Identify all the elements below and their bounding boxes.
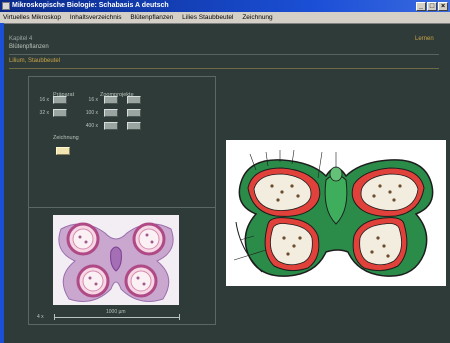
app-icon	[2, 2, 10, 10]
zoom-button-2b[interactable]	[127, 109, 141, 117]
window-title: Mikroskopische Biologie: Schabasis A deu…	[12, 2, 169, 9]
micrograph-svg	[53, 215, 179, 305]
title-bar: Mikroskopische Biologie: Schabasis A deu…	[0, 0, 450, 12]
zoom-button-3b[interactable]	[127, 122, 141, 130]
zoom-button-2a[interactable]	[104, 109, 118, 117]
menu-virtuelles-mikroskop[interactable]: Virtuelles Mikroskop	[3, 14, 61, 21]
anther-drawing-svg	[226, 140, 446, 286]
zoom-button-1a[interactable]	[104, 96, 118, 104]
minimize-button[interactable]: _	[416, 2, 426, 11]
subchapter-label: Blütenpflanzen	[9, 44, 49, 50]
left-accent-strip	[0, 23, 4, 343]
window-controls: _ □ ×	[415, 1, 448, 11]
menu-bar: Virtuelles Mikroskop Inhaltsverzeichnis …	[0, 12, 450, 24]
zoom-row-1-label: 16 x	[88, 97, 98, 103]
anther-micrograph-image	[53, 215, 179, 305]
section-title: Lilium, Staubbeutel	[9, 58, 61, 64]
menu-zeichnung[interactable]: Zeichnung	[242, 14, 272, 21]
praeparat-row-2-label: 32 x	[39, 110, 49, 116]
section-divider	[9, 68, 439, 69]
zeichnung-toggle-button[interactable]	[56, 147, 70, 155]
zoom-row-2-label: 100 x	[85, 110, 98, 116]
scale-bar	[54, 317, 180, 318]
praeparat-button-1[interactable]	[53, 96, 67, 104]
magnification-label: 4 x	[37, 314, 44, 320]
anther-drawing-image	[226, 140, 446, 286]
lernen-link[interactable]: Lernen	[415, 36, 434, 42]
header-divider	[9, 54, 439, 55]
scale-bar-tick-left	[54, 314, 55, 320]
scale-bar-label: 1000 µm	[106, 309, 126, 315]
menu-bluetenpflanzen[interactable]: Blütenpflanzen	[130, 14, 173, 21]
application-window: Mikroskopische Biologie: Schabasis A deu…	[0, 0, 450, 343]
maximize-button[interactable]: □	[427, 2, 437, 11]
chapter-label: Kapitel 4	[9, 36, 33, 42]
praeparat-button-2[interactable]	[53, 109, 67, 117]
close-button[interactable]: ×	[438, 2, 448, 11]
menu-lilies-staubbeutel[interactable]: Lilies Staubbeutel	[182, 14, 233, 21]
praeparat-row-1-label: 16 x	[39, 97, 49, 103]
zoom-row-3-label: 400 x	[85, 123, 98, 129]
scale-bar-tick-right	[179, 314, 180, 320]
zeichnung-label: Zeichnung	[53, 135, 79, 141]
menu-inhaltsverzeichnis[interactable]: Inhaltsverzeichnis	[70, 14, 122, 21]
zoom-button-1b[interactable]	[127, 96, 141, 104]
zoom-button-3a[interactable]	[104, 122, 118, 130]
